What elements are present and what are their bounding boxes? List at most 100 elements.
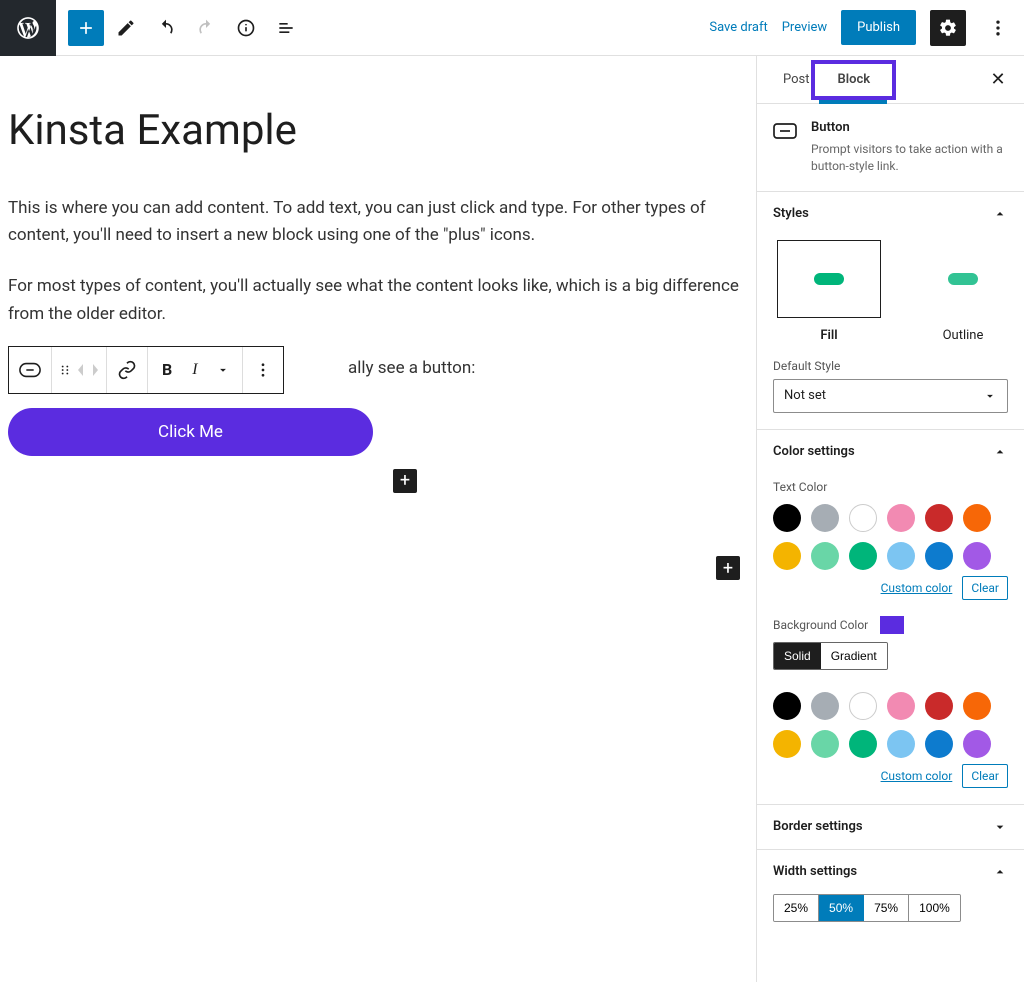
border-panel-title: Border settings	[773, 819, 863, 834]
color-panel-toggle[interactable]: Color settings	[757, 430, 1024, 474]
button-block-icon	[773, 120, 797, 175]
color-swatch[interactable]	[773, 692, 801, 720]
bg-color-swatches	[773, 692, 1008, 758]
sidebar-tabs: Post Block ✕	[757, 56, 1024, 104]
styles-panel-title: Styles	[773, 206, 809, 221]
default-style-value: Not set	[784, 388, 826, 403]
bold-button[interactable]: B	[154, 360, 180, 379]
paragraph-block-2[interactable]: For most types of content, you'll actual…	[8, 273, 748, 327]
color-swatch[interactable]	[773, 730, 801, 758]
editor-topbar: Save draft Preview Publish	[0, 0, 1024, 56]
redo-icon[interactable]	[188, 10, 224, 46]
italic-button[interactable]: I	[184, 361, 205, 379]
width-option[interactable]: 25%	[774, 895, 819, 921]
block-toolbar: B I	[8, 346, 284, 394]
link-icon[interactable]	[107, 347, 148, 393]
chevron-down-icon	[992, 819, 1008, 835]
wordpress-logo[interactable]	[0, 0, 56, 56]
color-swatch[interactable]	[773, 504, 801, 532]
style-outline-label: Outline	[943, 328, 984, 343]
style-outline-option[interactable]: Outline	[911, 240, 1015, 343]
color-swatch[interactable]	[887, 692, 915, 720]
paragraph-block-1[interactable]: This is where you can add content. To ad…	[8, 195, 748, 249]
text-color-swatches	[773, 504, 1008, 570]
save-draft-link[interactable]: Save draft	[709, 20, 767, 35]
width-panel-title: Width settings	[773, 864, 857, 879]
color-swatch[interactable]	[925, 504, 953, 532]
color-swatch[interactable]	[887, 504, 915, 532]
bg-custom-color-link[interactable]: Custom color	[881, 769, 953, 783]
chevron-down-icon	[983, 389, 997, 403]
button-block[interactable]: Click Me	[8, 408, 373, 456]
chevron-up-icon	[992, 864, 1008, 880]
bg-type-segmented: Solid Gradient	[773, 642, 888, 670]
text-custom-color-link[interactable]: Custom color	[881, 581, 953, 595]
color-swatch[interactable]	[811, 692, 839, 720]
bg-solid-button[interactable]: Solid	[774, 643, 821, 669]
color-swatch[interactable]	[773, 542, 801, 570]
color-swatch[interactable]	[811, 730, 839, 758]
color-swatch[interactable]	[849, 542, 877, 570]
more-format-dropdown[interactable]	[210, 363, 236, 377]
style-fill-option[interactable]: Fill	[777, 240, 881, 343]
text-color-clear-button[interactable]: Clear	[962, 576, 1008, 600]
close-sidebar-icon[interactable]: ✕	[982, 64, 1014, 96]
publish-button[interactable]: Publish	[841, 10, 916, 45]
preview-link[interactable]: Preview	[782, 20, 827, 35]
default-style-label: Default Style	[773, 359, 1008, 373]
border-panel-toggle[interactable]: Border settings	[757, 805, 1024, 849]
color-swatch[interactable]	[925, 542, 953, 570]
add-block-button[interactable]	[68, 10, 104, 46]
block-description: Prompt visitors to take action with a bu…	[811, 141, 1008, 175]
tab-block[interactable]: Block	[824, 56, 885, 103]
color-swatch[interactable]	[963, 730, 991, 758]
outline-icon[interactable]	[268, 10, 304, 46]
color-panel-title: Color settings	[773, 444, 855, 459]
page-title[interactable]: Kinsta Example	[8, 106, 748, 155]
block-name-label: Button	[811, 120, 1008, 135]
style-fill-label: Fill	[820, 328, 837, 343]
tab-post[interactable]: Post	[769, 56, 824, 103]
color-swatch[interactable]	[963, 542, 991, 570]
width-panel-toggle[interactable]: Width settings	[757, 850, 1024, 894]
color-swatch[interactable]	[963, 692, 991, 720]
width-option[interactable]: 50%	[819, 895, 864, 921]
default-style-select[interactable]: Not set	[773, 379, 1008, 413]
width-option[interactable]: 100%	[909, 895, 960, 921]
chevron-up-icon	[992, 206, 1008, 222]
text-format-group: B I	[148, 347, 243, 393]
color-swatch[interactable]	[849, 730, 877, 758]
add-block-inline-button[interactable]: +	[393, 469, 417, 493]
text-color-label: Text Color	[773, 480, 1008, 494]
more-options-icon[interactable]	[980, 10, 1016, 46]
settings-sidebar: Post Block ✕ Button Prompt visitors to t…	[756, 56, 1024, 982]
color-swatch[interactable]	[887, 542, 915, 570]
color-swatch[interactable]	[963, 504, 991, 532]
bg-color-label: Background Color	[773, 618, 868, 632]
color-swatch[interactable]	[887, 730, 915, 758]
bg-color-clear-button[interactable]: Clear	[962, 764, 1008, 788]
color-swatch[interactable]	[811, 504, 839, 532]
color-swatch[interactable]	[849, 504, 877, 532]
add-block-floating-button[interactable]: +	[716, 556, 740, 580]
paragraph-tail-text: ally see a button:	[348, 358, 475, 378]
edit-mode-icon[interactable]	[108, 10, 144, 46]
color-swatch[interactable]	[925, 730, 953, 758]
block-info: Button Prompt visitors to take action wi…	[757, 104, 1024, 191]
color-swatch[interactable]	[811, 542, 839, 570]
color-swatch[interactable]	[925, 692, 953, 720]
width-option[interactable]: 75%	[864, 895, 909, 921]
styles-panel-toggle[interactable]: Styles	[757, 192, 1024, 236]
block-more-options-icon[interactable]	[243, 347, 283, 393]
info-icon[interactable]	[228, 10, 264, 46]
block-mover[interactable]	[52, 347, 107, 393]
width-segmented: 25%50%75%100%	[773, 894, 961, 922]
bg-color-indicator	[880, 616, 904, 634]
undo-icon[interactable]	[148, 10, 184, 46]
color-swatch[interactable]	[849, 692, 877, 720]
editor-canvas[interactable]: Kinsta Example This is where you can add…	[0, 56, 756, 982]
chevron-up-icon	[992, 444, 1008, 460]
bg-gradient-button[interactable]: Gradient	[821, 643, 887, 669]
block-type-button-icon[interactable]	[9, 347, 52, 393]
settings-gear-button[interactable]	[930, 10, 966, 46]
